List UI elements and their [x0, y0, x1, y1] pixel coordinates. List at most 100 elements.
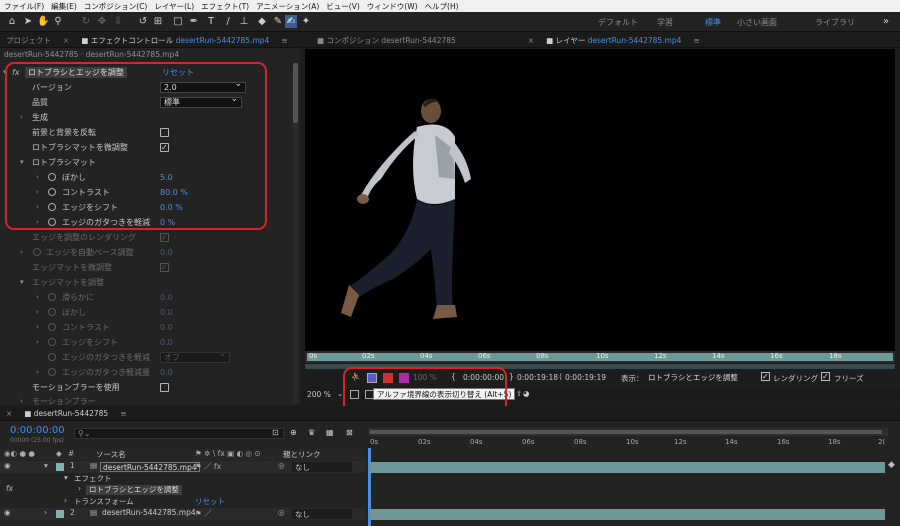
parent-dropdown[interactable]: なし [292, 462, 352, 472]
tab-layer[interactable]: ■ レイヤー desertRun-5442785.mp4 [540, 35, 687, 46]
effects-group-row[interactable]: ▾ エフェクト [0, 473, 365, 484]
fx-icon[interactable]: fx [6, 484, 13, 493]
menu-file[interactable]: ファイル(F) [4, 1, 44, 12]
expand-icon[interactable]: › [36, 335, 39, 350]
transform-row[interactable]: › トランスフォーム リセット [0, 496, 365, 507]
layer-name[interactable]: desertRun-5442785.mp4 [102, 508, 196, 517]
layer-switches[interactable]: ⚑ ／ fx [195, 461, 221, 472]
frame-blending-icon[interactable]: ▦ [326, 428, 334, 437]
menu-window[interactable]: ウィンドウ(W) [367, 1, 418, 12]
visibility-icon[interactable]: ◉ [4, 508, 11, 517]
rotate-tool-icon[interactable]: ↺ [137, 15, 149, 28]
pan-tool-icon[interactable]: ✥ [96, 15, 108, 28]
menu-layer[interactable]: レイヤー(L) [154, 1, 194, 12]
dim-dropdown[interactable]: オフ [160, 350, 230, 363]
dim-value[interactable]: 0.0 [160, 365, 173, 380]
av-switches-icon[interactable]: ◉◐ ● ● [4, 449, 35, 458]
dolly-tool-icon[interactable]: ⇩ [112, 15, 124, 28]
zoom-level[interactable]: 200 % [307, 390, 331, 399]
tab-composition[interactable]: ■ コンポジション desertRun-5442785 [311, 35, 462, 46]
expand-icon[interactable]: › [78, 484, 81, 493]
close-icon[interactable]: × [522, 36, 540, 45]
menu-effect[interactable]: エフェクト(T) [201, 1, 249, 12]
pickwhip-icon[interactable]: ◎ [278, 508, 285, 517]
menu-view[interactable]: ビュー(V) [326, 1, 359, 12]
home-icon[interactable]: ⌂ [6, 15, 18, 28]
comp-mini-flowchart-icon[interactable]: ⊡ [272, 428, 279, 437]
brush-tool-icon[interactable]: / [222, 15, 234, 28]
workspace-learn[interactable]: 学習 [657, 17, 673, 28]
zoom-tool-icon[interactable]: ⚲ [52, 15, 64, 28]
effect-item-row[interactable]: fx › ロトブラシとエッジを調整 [0, 484, 365, 496]
expand-icon[interactable]: › [36, 305, 39, 320]
keyframe-nav-icon[interactable]: ◆ [888, 460, 895, 470]
more-workspaces-icon[interactable]: » [880, 15, 892, 28]
source-name-header[interactable]: ソース名 [96, 449, 126, 460]
collapse-icon[interactable]: ▾ [44, 461, 48, 470]
hand-tool-icon[interactable]: ✋ [37, 15, 49, 28]
label-color-swatch[interactable] [56, 510, 64, 518]
expand-icon[interactable]: › [36, 365, 39, 380]
collapse-icon[interactable]: ▾ [20, 275, 24, 290]
selection-tool-icon[interactable]: ➤ [22, 15, 34, 28]
anchor-tool-icon[interactable]: ⊞ [152, 15, 164, 28]
puppet-pin-tool-icon[interactable]: ✦ [300, 15, 312, 28]
stopwatch-icon[interactable] [48, 368, 56, 376]
dim-value[interactable]: 0.0 [160, 335, 173, 350]
expand-icon[interactable]: › [20, 245, 23, 260]
stopwatch-icon[interactable] [48, 293, 56, 301]
stopwatch-icon[interactable] [48, 323, 56, 331]
layer-switches[interactable]: ⚑ ／ [195, 508, 212, 519]
timeline-search-input[interactable]: ⚲⌄ [74, 428, 284, 439]
dim-value[interactable]: 0.0 [160, 320, 173, 335]
parent-dropdown[interactable]: なし [292, 509, 352, 519]
menu-animation[interactable]: アニメーション(A) [256, 1, 319, 12]
dim-value[interactable]: 0.0 [160, 305, 173, 320]
viewer-canvas[interactable] [305, 49, 895, 351]
viewer-time-ruler[interactable]: 0s 02s 04s 06s 08s 10s 12s 14s 16s 18s [305, 351, 895, 363]
rectangle-tool-icon[interactable]: □ [172, 15, 184, 28]
expand-icon[interactable]: › [64, 496, 67, 505]
graph-editor-icon[interactable]: ⊠ [346, 428, 353, 437]
workspace-standard[interactable]: 標準 [705, 17, 721, 28]
type-tool-icon[interactable]: T [205, 15, 217, 28]
visibility-icon[interactable]: ◉ [4, 461, 11, 470]
view-dropdown[interactable]: ロトブラシとエッジを調整 [646, 372, 758, 383]
menu-help[interactable]: ヘルプ(H) [425, 1, 459, 12]
layer-bar[interactable] [370, 462, 885, 473]
work-area-bar[interactable] [368, 428, 888, 436]
out-point-icon[interactable]: } [509, 372, 514, 381]
render-checkbox[interactable]: ✓ [761, 372, 770, 381]
roto-brush-tool-icon[interactable]: ✍ [285, 15, 297, 28]
collapse-icon[interactable]: ▾ [64, 473, 68, 482]
effect-item-name[interactable]: ロトブラシとエッジを調整 [86, 485, 182, 495]
pen-tool-icon[interactable]: ✒ [188, 15, 200, 28]
time-out[interactable]: 0:00:19:18 [517, 373, 558, 382]
stopwatch-icon[interactable] [48, 338, 56, 346]
transform-reset[interactable]: リセット [195, 496, 225, 507]
motion-blur-checkbox[interactable] [160, 383, 169, 392]
close-icon[interactable]: × [0, 409, 18, 418]
pickwhip-icon[interactable]: ◎ [278, 461, 285, 470]
panel-menu-icon[interactable]: ≡ [687, 36, 705, 45]
show-snapshot-icon[interactable]: ◕ [523, 389, 530, 398]
layer-bar[interactable] [370, 509, 885, 520]
dim-value[interactable]: 0.0 [160, 290, 173, 305]
label-icon[interactable]: ◆ [56, 449, 62, 458]
expand-icon[interactable]: › [44, 508, 47, 517]
freeze-icon[interactable]: ✓ [821, 372, 830, 381]
label-color-swatch[interactable] [56, 463, 64, 471]
panel-menu-icon[interactable]: ≡ [275, 36, 293, 45]
time-duration[interactable]: 0:00:19:19 [565, 373, 606, 382]
tab-timeline[interactable]: ■ desertRun-5442785 [18, 409, 114, 418]
expand-icon[interactable]: › [36, 290, 39, 305]
switches-icon[interactable]: ⚑ ✲ \ fx ▣ ◐ ◎ ⊙ [195, 449, 261, 458]
orbit-tool-icon[interactable]: ↻ [80, 15, 92, 28]
menu-composition[interactable]: コンポジション(C) [84, 1, 148, 12]
stopwatch-icon[interactable] [33, 248, 41, 256]
scrollbar[interactable] [293, 63, 298, 403]
panel-menu-icon[interactable]: ≡ [114, 409, 132, 418]
tab-effect-controls[interactable]: ■ エフェクトコントロール desertRun-5442785.mp4 [75, 35, 275, 46]
layer-name[interactable]: desertRun-5442785.mp4 [100, 462, 200, 472]
timeline-ruler[interactable]: 0s 02s 04s 06s 08s 10s 12s 14s 16s 18s 2… [368, 437, 888, 448]
